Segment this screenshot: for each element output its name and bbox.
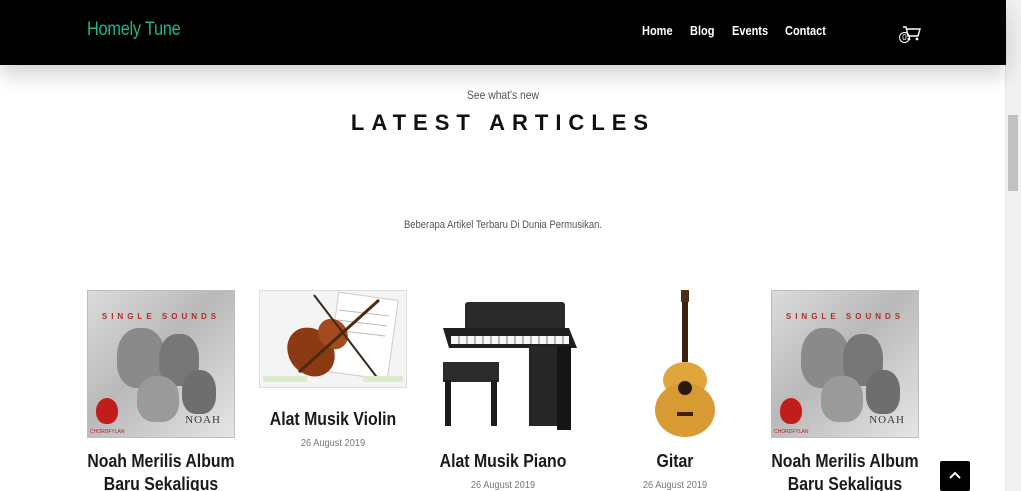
- section-eyebrow: See what's new: [467, 88, 539, 102]
- article-title[interactable]: Noah Merilis Album Baru Sekaligus: [86, 450, 236, 491]
- scrollbar-thumb[interactable]: [1008, 115, 1018, 191]
- back-to-top-button[interactable]: [940, 461, 970, 491]
- nav-contact[interactable]: Contact: [785, 24, 826, 38]
- article-card[interactable]: Gitar 26 August 2019: [590, 290, 760, 491]
- article-date: 26 August 2019: [642, 479, 708, 491]
- guitar-image[interactable]: [601, 290, 749, 438]
- article-card[interactable]: Alat Musik Piano 26 August 2019: [418, 290, 588, 491]
- cart-count-badge: 0: [899, 32, 910, 43]
- chordfylan-logo-icon: [780, 398, 802, 424]
- nav-home[interactable]: Home: [642, 24, 673, 38]
- chevron-up-icon: [949, 471, 961, 479]
- album-band-name: NOAH: [869, 414, 905, 426]
- nav-events[interactable]: Events: [732, 24, 768, 38]
- site-header: Homely Tune Home Blog Events Contact 0: [0, 0, 1006, 65]
- section-description: Beberapa Artikel Terbaru Di Dunia Permus…: [403, 219, 603, 231]
- violin-icon: [263, 291, 403, 382]
- article-date: 26 August 2019: [470, 479, 536, 491]
- album-tagline: SINGLE SOUNDS: [785, 312, 905, 321]
- chordfylan-logo-icon: [96, 398, 118, 424]
- cart-button[interactable]: 0: [897, 24, 923, 44]
- article-card[interactable]: Alat Musik Violin 26 August 2019: [248, 290, 418, 449]
- article-card[interactable]: SINGLE SOUNDS CHORDFYLAN NOAH Noah Meril…: [76, 290, 246, 491]
- article-card[interactable]: SINGLE SOUNDS CHORDFYLAN NOAH Noah Meril…: [760, 290, 930, 491]
- page: Homely Tune Home Blog Events Contact 0 S…: [0, 0, 1021, 491]
- album-label: CHORDFYLAN: [90, 429, 125, 435]
- album-cover-image[interactable]: SINGLE SOUNDS CHORDFYLAN NOAH: [771, 290, 919, 438]
- album-label: CHORDFYLAN: [774, 429, 809, 435]
- piano-image[interactable]: [429, 290, 577, 438]
- page-scrollbar[interactable]: [1005, 0, 1021, 491]
- article-title[interactable]: Alat Musik Violin: [258, 408, 408, 431]
- album-band-name: NOAH: [185, 414, 221, 426]
- article-title[interactable]: Alat Musik Piano: [428, 450, 578, 473]
- article-date: 26 August 2019: [300, 437, 366, 449]
- section-title: LATEST ARTICLES: [350, 110, 656, 135]
- guitar-icon: [655, 290, 715, 437]
- article-title[interactable]: Gitar: [600, 450, 750, 473]
- brand-logo[interactable]: Homely Tune: [87, 19, 181, 41]
- nav-blog[interactable]: Blog: [690, 24, 714, 38]
- album-cover-image[interactable]: SINGLE SOUNDS CHORDFYLAN NOAH: [87, 290, 235, 438]
- album-tagline: SINGLE SOUNDS: [101, 312, 221, 321]
- violin-image[interactable]: [259, 290, 407, 388]
- piano-icon: [443, 302, 577, 430]
- article-title[interactable]: Noah Merilis Album Baru Sekaligus: [770, 450, 920, 491]
